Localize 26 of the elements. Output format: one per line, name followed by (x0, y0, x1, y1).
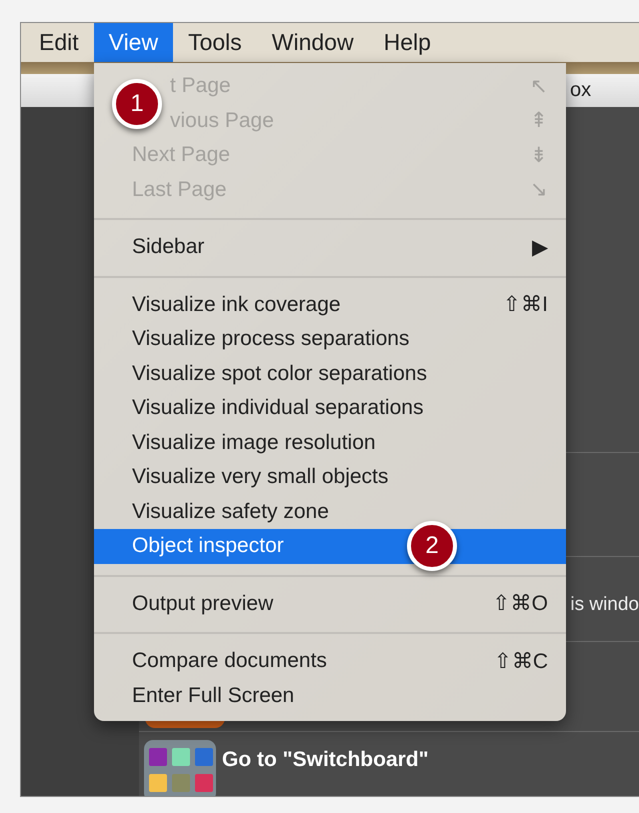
shortcut-text: ↘ (530, 177, 548, 202)
menu-item[interactable]: Visualize image resolution (94, 426, 566, 460)
description-text: is windo (570, 593, 639, 616)
menu-item[interactable]: Visualize ink coverage ⇧⌘I (94, 288, 566, 322)
shortcut-text: ⇧⌘O (492, 591, 548, 616)
shortcut-text: ⇧⌘C (494, 648, 548, 674)
menu-item[interactable]: Visualize spot color separations (94, 356, 566, 391)
shortcut-text: ⇧⌘I (503, 292, 548, 318)
menu-title[interactable]: Window (256, 23, 369, 62)
menu-item[interactable]: Compare documents ⇧⌘C (94, 644, 566, 678)
shortcut-text: ▶ (532, 234, 548, 260)
row-title: Go to "Switchboard" (222, 747, 429, 772)
menu-item[interactable]: Enter Full Screen (94, 678, 566, 713)
menu-item[interactable]: Visualize very small objects (94, 460, 566, 494)
menu-title[interactable]: View (94, 23, 174, 62)
menu-title[interactable]: Help (368, 23, 446, 62)
menu-item[interactable]: Output preview ⇧⌘O (94, 586, 566, 621)
menu-title[interactable]: Edit (24, 23, 94, 62)
shortcut-text: ⇞ (530, 108, 548, 134)
menu-item[interactable]: Visualize process separations (94, 322, 566, 356)
window-title: ox (570, 79, 592, 102)
shortcut-text: ⇟ (530, 142, 548, 168)
menu-item[interactable]: Visualize individual separations (94, 391, 566, 426)
shortcut-text: ↖ (530, 74, 548, 99)
menu-item[interactable]: Sidebar ▶ (94, 230, 566, 264)
menu-title[interactable]: Tools (173, 23, 257, 62)
